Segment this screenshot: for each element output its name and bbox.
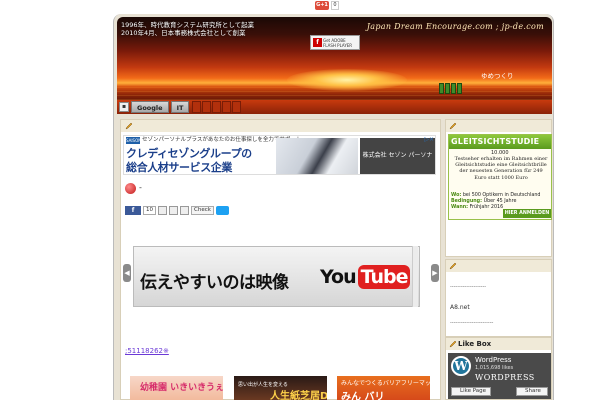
post-title[interactable]: -	[139, 183, 142, 192]
green-bar	[457, 83, 462, 94]
sidebar-links-widget: -------------------- A8.net ------------…	[445, 259, 552, 337]
like-page-button[interactable]: Like Page	[451, 387, 491, 396]
nav-square[interactable]	[192, 101, 202, 113]
pencil-icon	[449, 262, 457, 270]
wo-label: Wo:	[451, 193, 462, 198]
ad-company-logo: 株式会社 セゾン パーソナルプラス	[360, 138, 435, 174]
ad-photo	[276, 138, 358, 174]
flash-player-badge[interactable]: f Get ADOBE FLASH PLAYER	[310, 35, 360, 50]
gplus-count: 0	[331, 1, 339, 10]
nav-squares	[192, 101, 242, 113]
facebook-page-plugin: W WordPress 1,015,698 likes WORDPRESS Li…	[448, 353, 551, 399]
thumb-kindergarten[interactable]: 幼稚園 いきいきうぇぶ	[130, 376, 223, 400]
sidebar-widget-header: Like Box	[446, 338, 551, 350]
thumb-barrier-free-map[interactable]: みんなでつくるバリアフリーマップ みん バリ	[337, 376, 430, 400]
sidebar-divider: --------------------	[450, 284, 487, 290]
youtube-logo-tube: Tube	[357, 265, 411, 289]
youtube-logo-you: You	[320, 266, 357, 288]
sidebar: GLEITSICHTSTUDIE 10.000 Testseher erhalt…	[445, 119, 552, 400]
bookmark-icon[interactable]	[169, 205, 178, 215]
nav-square[interactable]	[212, 101, 222, 113]
ad-headline-line-1: クレディセゾングループの	[126, 147, 252, 160]
header-slogan: 1996年、時代教育システム研究所として起業 2010年4月、日本事務株式会社と…	[121, 21, 266, 37]
ad-choices-icon[interactable]: ▷×	[424, 136, 434, 143]
ad-headline: クレディセゾングループの 総合人材サービス企業	[126, 147, 252, 174]
gplus-button[interactable]: G+1	[315, 1, 329, 10]
green-bar	[445, 83, 450, 94]
thumb-kindergarten-label: 幼稚園 いきいきうぇぶ	[140, 383, 223, 393]
fb-page-likes: 1,015,698 likes	[475, 365, 514, 371]
carousel-prev-arrow[interactable]: ◀	[123, 264, 131, 282]
pencil-icon	[449, 122, 457, 130]
flash-icon: f	[313, 38, 322, 47]
nav-home-button[interactable]: ▪	[119, 102, 129, 112]
mixi-check-button[interactable]: Check	[191, 205, 214, 215]
code-link[interactable]: ;51118262※	[125, 347, 169, 355]
main-nav: ▪ Google IT	[117, 100, 552, 114]
wo-text: bei 500 Optikern in Deutschland	[462, 193, 541, 198]
share-page-button[interactable]: Share	[516, 387, 548, 396]
like-box-widget: Like Box W WordPress 1,015,698 likes WOR…	[445, 337, 552, 400]
facebook-share-count: 10	[143, 205, 156, 215]
sidebar-divider: ------------------------	[450, 320, 494, 326]
page-frame: 1996年、時代教育システム研究所として起業 2010年4月、日本事務株式会社と…	[113, 14, 554, 400]
nav-square[interactable]	[222, 101, 232, 113]
wann-text: Frühjahr 2016	[469, 205, 504, 210]
pencil-icon	[449, 340, 457, 348]
twitter-share-button[interactable]	[215, 205, 229, 215]
sidebar-widget-header	[446, 260, 551, 272]
flash-badge-label: Get ADOBE FLASH PLAYER	[323, 38, 353, 48]
sidebar-widget-header	[446, 120, 551, 132]
wann-label: Wann:	[451, 205, 469, 210]
carousel-next-arrow[interactable]: ▶	[431, 264, 439, 282]
video-caption: 伝えやすいのは映像	[140, 273, 289, 293]
like-box-title: Like Box	[458, 340, 492, 348]
wordpress-logo-icon: W	[451, 356, 471, 376]
gleitsicht-ad-title: GLEITSICHTSTUDIE	[449, 135, 551, 149]
header-tagline: ゆめつくり	[481, 72, 514, 80]
wordpress-wordmark: WORDPRESS	[475, 373, 535, 382]
hatena-bookmark-icon[interactable]	[158, 205, 167, 215]
header-bars	[439, 83, 462, 94]
pencil-icon	[125, 122, 133, 130]
video-scrollbar[interactable]	[412, 246, 418, 307]
ad-brand-badge: SAISON	[126, 137, 142, 144]
thumb-life-dvd[interactable]: 思い出が人生を変える 人生紙芝居DVD	[234, 376, 327, 400]
green-bar	[439, 83, 444, 94]
sidebar-ad-widget: GLEITSICHTSTUDIE 10.000 Testseher erhalt…	[445, 119, 552, 257]
site-title[interactable]: Japan Dream Encourage.com ; jp-de.com	[367, 22, 544, 31]
slogan-line-2: 2010年4月、日本事務株式会社として創業	[121, 29, 246, 37]
thumb-life-dvd-title: 人生紙芝居DVD	[270, 391, 327, 400]
video-panel[interactable]: 伝えやすいのは映像 You Tube	[133, 246, 420, 307]
slogan-line-1: 1996年、時代教育システム研究所として起業	[121, 21, 255, 29]
rss-icon[interactable]	[180, 205, 189, 215]
ad-banner[interactable]: SAISON セゾンパーソナルプラスがあなたのお仕事探しを全力でサポート クレデ…	[123, 135, 436, 175]
nav-square[interactable]	[202, 101, 212, 113]
gleitsicht-ad-body: Testseher erhalten im Rahmen einer Gleit…	[454, 156, 548, 181]
red-ball-icon	[125, 183, 136, 194]
register-button[interactable]: HIER ANMELDEN	[503, 209, 551, 218]
top-share-bar: G+1 0	[0, 0, 600, 14]
nav-item-it[interactable]: IT	[170, 101, 190, 113]
fb-page-name[interactable]: WordPress	[475, 356, 511, 364]
main-column: SAISON セゾンパーソナルプラスがあなたのお仕事探しを全力でサポート クレデ…	[120, 119, 441, 400]
a8-link[interactable]: A8.net	[450, 304, 470, 311]
section-header	[121, 120, 440, 132]
thumb-barrier-free-title: みん バリ	[341, 392, 385, 400]
nav-item-google[interactable]: Google	[131, 101, 169, 113]
green-bar	[451, 83, 456, 94]
ad-headline-line-2: 総合人材サービス企業	[126, 161, 232, 174]
bedingung-text: Über 45 Jahre	[483, 199, 517, 204]
bedingung-label: Bedingung:	[451, 199, 483, 204]
banner-thumbnails: 幼稚園 いきいきうぇぶ 思い出が人生を変える 人生紙芝居DVD みんなでつくるバ…	[121, 376, 440, 400]
share-buttons: f 10 Check	[125, 205, 229, 215]
facebook-share-button[interactable]: f	[125, 205, 141, 215]
youtube-logo: You Tube	[320, 265, 411, 289]
nav-square[interactable]	[232, 101, 242, 113]
gleitsicht-ad[interactable]: GLEITSICHTSTUDIE 10.000 Testseher erhalt…	[448, 134, 552, 220]
thumb-barrier-free-subtitle: みんなでつくるバリアフリーマップ	[341, 380, 430, 387]
video-carousel: ◀ 伝えやすいのは映像 You Tube ▶	[121, 234, 440, 320]
